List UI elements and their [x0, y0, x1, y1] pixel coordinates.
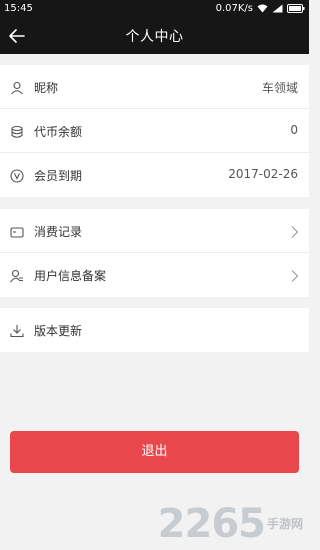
network-speed: 0.07K/s: [215, 3, 253, 14]
balance-row: 代币余额 0: [0, 109, 309, 153]
status-indicators: 0.07K/s: [216, 3, 305, 14]
user-settings-icon: [10, 268, 24, 283]
download-icon: [10, 323, 24, 338]
profile-section: 昵称 车领域 代币余额 0 会员到期 2017-02-26: [0, 65, 309, 197]
consumption-record-row[interactable]: 消费记录: [0, 209, 309, 253]
chevron-right-icon: [290, 224, 300, 238]
nickname-value: 车领域: [261, 81, 298, 95]
version-update-label: 版本更新: [34, 324, 83, 338]
membership-label: 会员到期: [34, 169, 83, 183]
battery-icon: [287, 4, 305, 13]
balance-value: 0: [290, 123, 298, 137]
membership-value: 2017-02-26: [228, 167, 298, 181]
update-section: 版本更新: [0, 308, 309, 352]
consumption-record-label: 消费记录: [34, 225, 83, 239]
user-icon: [10, 80, 24, 95]
user-registration-row[interactable]: 用户信息备案: [0, 253, 309, 297]
signal-icon: [272, 4, 283, 13]
chevron-right-icon: [290, 268, 300, 282]
app-bar: 个人中心: [0, 17, 309, 54]
watermark-number: 2265: [157, 501, 266, 547]
watermark: 2265 手游网: [158, 504, 303, 544]
balance-label: 代币余额: [34, 125, 83, 139]
records-section: 消费记录 用户信息备案: [0, 209, 309, 297]
status-bar: 15:45 0.07K/s: [0, 0, 309, 17]
nickname-label: 昵称: [34, 81, 59, 95]
page-title: 个人中心: [125, 29, 184, 45]
vip-icon: [10, 168, 24, 183]
wifi-icon: [257, 4, 268, 13]
nickname-row: 昵称 车领域: [0, 65, 309, 109]
logout-button[interactable]: 退出: [10, 431, 299, 473]
card-icon: [10, 224, 24, 238]
user-registration-label: 用户信息备案: [34, 269, 107, 283]
membership-row: 会员到期 2017-02-26: [0, 153, 309, 197]
status-time: 15:45: [4, 3, 33, 14]
coins-icon: [10, 124, 24, 138]
version-update-row[interactable]: 版本更新: [0, 308, 309, 352]
watermark-text: 手游网: [266, 517, 303, 531]
